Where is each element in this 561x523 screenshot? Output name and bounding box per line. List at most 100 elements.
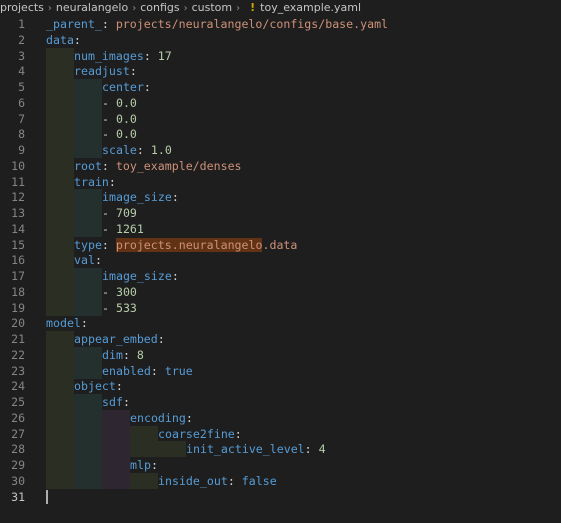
code-line[interactable]: 21 appear_embed: — [0, 331, 561, 347]
code-token: : — [171, 269, 179, 283]
line-number: 29 — [11, 458, 25, 472]
indent-guide — [74, 299, 102, 316]
code-token: .data — [262, 237, 298, 252]
indent-guide — [46, 283, 74, 300]
code-text: appear_embed: — [74, 331, 165, 347]
code-line[interactable]: 31 — [0, 489, 561, 505]
indent-guide — [46, 110, 74, 127]
code-token: - — [102, 206, 116, 220]
indent-guide — [74, 409, 102, 426]
code-text: object: — [74, 378, 123, 394]
breadcrumb-folder-projects[interactable]: projects — [0, 0, 44, 15]
indent-guide — [74, 394, 102, 410]
code-line[interactable]: 14 - 1261 — [0, 220, 561, 237]
code-line[interactable]: 10 root: toy_example/denses — [0, 157, 561, 174]
code-token: : — [115, 379, 123, 394]
line-number: 24 — [11, 379, 25, 394]
line-number: 19 — [11, 300, 25, 315]
line-number: 10 — [11, 158, 25, 173]
code-line[interactable]: 16 val: — [0, 252, 561, 269]
indent-guide — [74, 457, 102, 473]
code-line[interactable]: 13 - 709 — [0, 205, 561, 221]
code-line[interactable]: 20 model: — [0, 315, 561, 331]
code-line[interactable]: 11 train: — [0, 173, 561, 190]
code-line[interactable]: 15 type: projects.neuralangelo.data — [0, 236, 561, 253]
code-line[interactable]: 2 data: — [0, 32, 561, 48]
code-token: mlp — [130, 458, 151, 472]
code-line[interactable]: 23 enabled: true — [0, 362, 561, 379]
code-token: false — [241, 473, 277, 488]
indent-guide — [130, 472, 158, 489]
breadcrumb-folder-custom[interactable]: custom — [192, 0, 233, 15]
code-text: init_active_level: 4 — [186, 441, 326, 457]
code-line[interactable]: 7 - 0.0 — [0, 110, 561, 127]
indent-guide — [46, 331, 74, 347]
chevron-right-icon: › — [47, 3, 52, 14]
code-line[interactable]: 4 readjust: — [0, 63, 561, 80]
code-text: image_size: — [102, 189, 179, 205]
code-token: true — [164, 363, 193, 378]
code-token: : — [150, 458, 158, 472]
code-token: - — [102, 111, 116, 126]
code-line[interactable]: 1 _parent_: projects/neuralangelo/configs… — [0, 16, 561, 32]
indent-guide — [102, 472, 130, 489]
code-text: - 709 — [102, 205, 137, 221]
code-text: - 0.0 — [102, 95, 137, 111]
indent-guide — [102, 409, 130, 426]
code-token: 709 — [115, 206, 137, 220]
indent-guide — [74, 205, 102, 221]
breadcrumb-folder-neuralangelo[interactable]: neuralangelo — [56, 0, 128, 15]
line-number: 23 — [11, 363, 25, 378]
code-line[interactable]: 25 sdf: — [0, 394, 561, 410]
code-line[interactable]: 6 - 0.0 — [0, 94, 561, 111]
line-number: 26 — [11, 410, 25, 425]
line-number: 17 — [11, 269, 25, 283]
line-number: 1 — [18, 17, 25, 31]
code-text: readjust: — [74, 63, 137, 79]
line-number: 11 — [11, 174, 25, 189]
code-line[interactable]: 3 num_images: 17 — [0, 47, 561, 64]
code-text: - 1261 — [102, 221, 144, 237]
code-token: sdf — [102, 395, 123, 409]
indent-guide — [46, 236, 74, 253]
indent-guide — [74, 425, 102, 442]
indent-guide — [46, 362, 74, 379]
code-token: enabled — [102, 363, 151, 378]
code-editor[interactable]: 1 _parent_: projects/neuralangelo/configs… — [0, 15, 561, 523]
code-line[interactable]: 17 image_size: — [0, 268, 561, 284]
code-token: _parent_ — [46, 17, 102, 31]
code-line[interactable]: 29 mlp: — [0, 457, 561, 473]
code-token: : — [304, 442, 319, 457]
indent-guide — [46, 346, 74, 363]
code-line[interactable]: 5 center: — [0, 79, 561, 95]
code-token: - — [102, 127, 116, 142]
code-line[interactable]: 18 - 300 — [0, 283, 561, 300]
code-token: : — [101, 237, 116, 252]
code-text: dim: 8 — [102, 347, 144, 363]
code-line[interactable]: 22 dim: 8 — [0, 346, 561, 363]
code-line[interactable]: 12 image_size: — [0, 189, 561, 206]
code-line[interactable]: 30 inside_out: false — [0, 472, 561, 489]
code-line[interactable]: 24 object: — [0, 378, 561, 395]
code-token: : — [234, 426, 242, 441]
breadcrumb-folder-configs[interactable]: configs — [140, 0, 179, 15]
code-line[interactable]: 28 init_active_level: 4 — [0, 441, 561, 458]
code-token: : — [129, 64, 137, 79]
code-line[interactable]: 9 scale: 1.0 — [0, 142, 561, 158]
indent-guide — [46, 441, 74, 458]
indent-guide — [46, 425, 74, 442]
code-line[interactable]: 19 - 533 — [0, 299, 561, 316]
indent-guide — [46, 457, 74, 473]
code-line[interactable]: 26 encoding: — [0, 409, 561, 426]
code-token: coarse2fine — [158, 426, 235, 441]
chevron-right-icon: › — [236, 3, 241, 14]
code-line[interactable]: 27 coarse2fine: — [0, 425, 561, 442]
chevron-right-icon: › — [183, 3, 188, 14]
indent-guide — [102, 457, 130, 473]
code-line[interactable]: 8 - 0.0 — [0, 126, 561, 143]
code-token: 1261 — [115, 221, 144, 236]
breadcrumb-file[interactable]: toy_example.yaml — [260, 0, 361, 15]
line-number: 28 — [11, 442, 25, 457]
line-number: 27 — [11, 426, 25, 441]
code-token: 0.0 — [115, 111, 137, 126]
